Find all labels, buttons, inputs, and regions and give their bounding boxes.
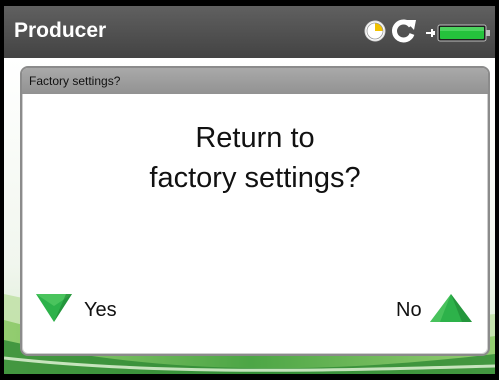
clock-icon: [364, 20, 386, 42]
dialog-message-line: Return to: [195, 122, 315, 154]
battery-icon: [426, 24, 490, 42]
refresh-icon: [392, 19, 416, 43]
app-title: Producer: [14, 19, 107, 42]
no-label: No: [396, 299, 422, 321]
dialog-message: Return to factory settings?: [22, 118, 488, 198]
dialog-message-line: factory settings?: [149, 162, 361, 194]
factory-settings-dialog: Factory settings? Return to factory sett…: [20, 66, 490, 356]
yes-button[interactable]: Yes: [36, 292, 156, 328]
no-button[interactable]: No: [382, 292, 482, 328]
device-frame: Producer Factory settings? Return to fac…: [0, 0, 499, 380]
dialog-titlebar: Factory settings?: [22, 68, 488, 94]
status-bar: Producer: [4, 6, 495, 58]
yes-label: Yes: [84, 299, 117, 321]
screen: Producer Factory settings? Return to fac…: [4, 6, 495, 374]
arrow-up-icon: [430, 294, 472, 322]
dialog-title: Factory settings?: [29, 74, 121, 88]
arrow-down-icon: [36, 294, 72, 322]
